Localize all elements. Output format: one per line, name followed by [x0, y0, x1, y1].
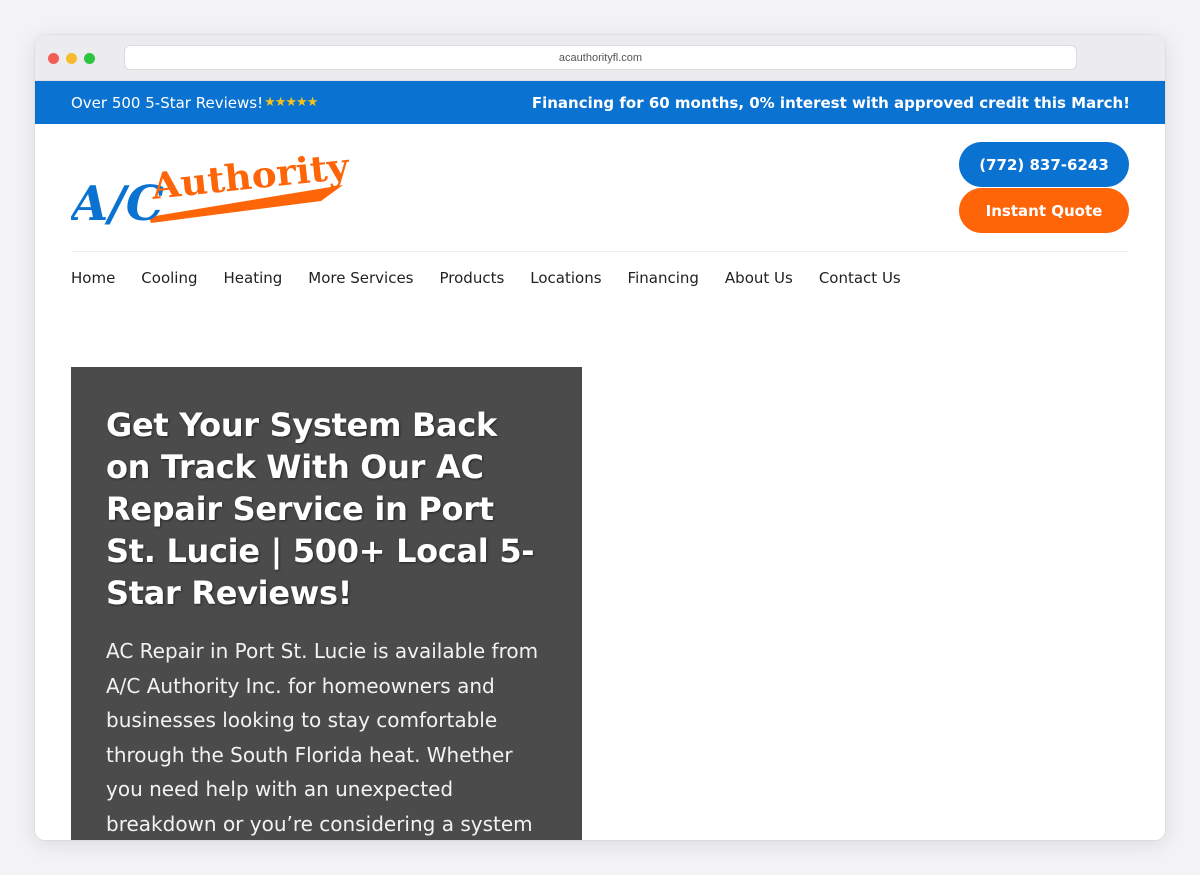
- nav-item-heating[interactable]: Heating: [224, 269, 283, 287]
- nav-item-cooling[interactable]: Cooling: [141, 269, 197, 287]
- financing-text: Financing for 60 months, 0% interest wit…: [531, 93, 1130, 112]
- header-divider: [71, 251, 1129, 252]
- ac-authority-logo: A/C Authority: [71, 145, 352, 228]
- five-star-icon: ★★★★★: [264, 95, 318, 110]
- main-nav: Home Cooling Heating More Services Produ…: [71, 267, 927, 289]
- nav-item-products[interactable]: Products: [440, 269, 505, 287]
- nav-item-locations[interactable]: Locations: [530, 269, 601, 287]
- url-text: acauthorityfl.com: [558, 51, 643, 64]
- promo-topbar: Over 500 5-Star Reviews! ★★★★★ Financing…: [35, 81, 1165, 124]
- browser-window: acauthorityfl.com Over 500 5-Star Review…: [35, 35, 1165, 840]
- phone-call-button[interactable]: (772) 837-6243: [959, 142, 1129, 187]
- nav-item-contact-us[interactable]: Contact Us: [819, 269, 901, 287]
- logo-ac-text: A/C: [71, 176, 164, 228]
- phone-number-label: (772) 837-6243: [979, 155, 1109, 174]
- address-bar[interactable]: acauthorityfl.com: [124, 45, 1077, 70]
- nav-item-financing[interactable]: Financing: [628, 269, 699, 287]
- nav-item-home[interactable]: Home: [71, 269, 115, 287]
- close-window-button[interactable]: [48, 53, 59, 64]
- minimize-window-button[interactable]: [66, 53, 77, 64]
- site-logo[interactable]: A/C Authority: [71, 143, 361, 228]
- instant-quote-label: Instant Quote: [985, 201, 1103, 220]
- hero-title: Get Your System Back on Track With Our A…: [106, 406, 535, 612]
- hero-panel: Get Your System Back on Track With Our A…: [71, 367, 582, 840]
- nav-item-about-us[interactable]: About Us: [725, 269, 793, 287]
- instant-quote-button[interactable]: Instant Quote: [959, 188, 1129, 233]
- reviews-text: Over 500 5-Star Reviews!: [71, 93, 264, 112]
- nav-item-more-services[interactable]: More Services: [308, 269, 413, 287]
- browser-chrome: acauthorityfl.com: [35, 35, 1165, 81]
- hero-body: AC Repair in Port St. Lucie is available…: [106, 639, 539, 836]
- reviews-banner[interactable]: Over 500 5-Star Reviews! ★★★★★: [71, 81, 318, 124]
- maximize-window-button[interactable]: [84, 53, 95, 64]
- financing-banner[interactable]: Financing for 60 months, 0% interest wit…: [532, 81, 1130, 124]
